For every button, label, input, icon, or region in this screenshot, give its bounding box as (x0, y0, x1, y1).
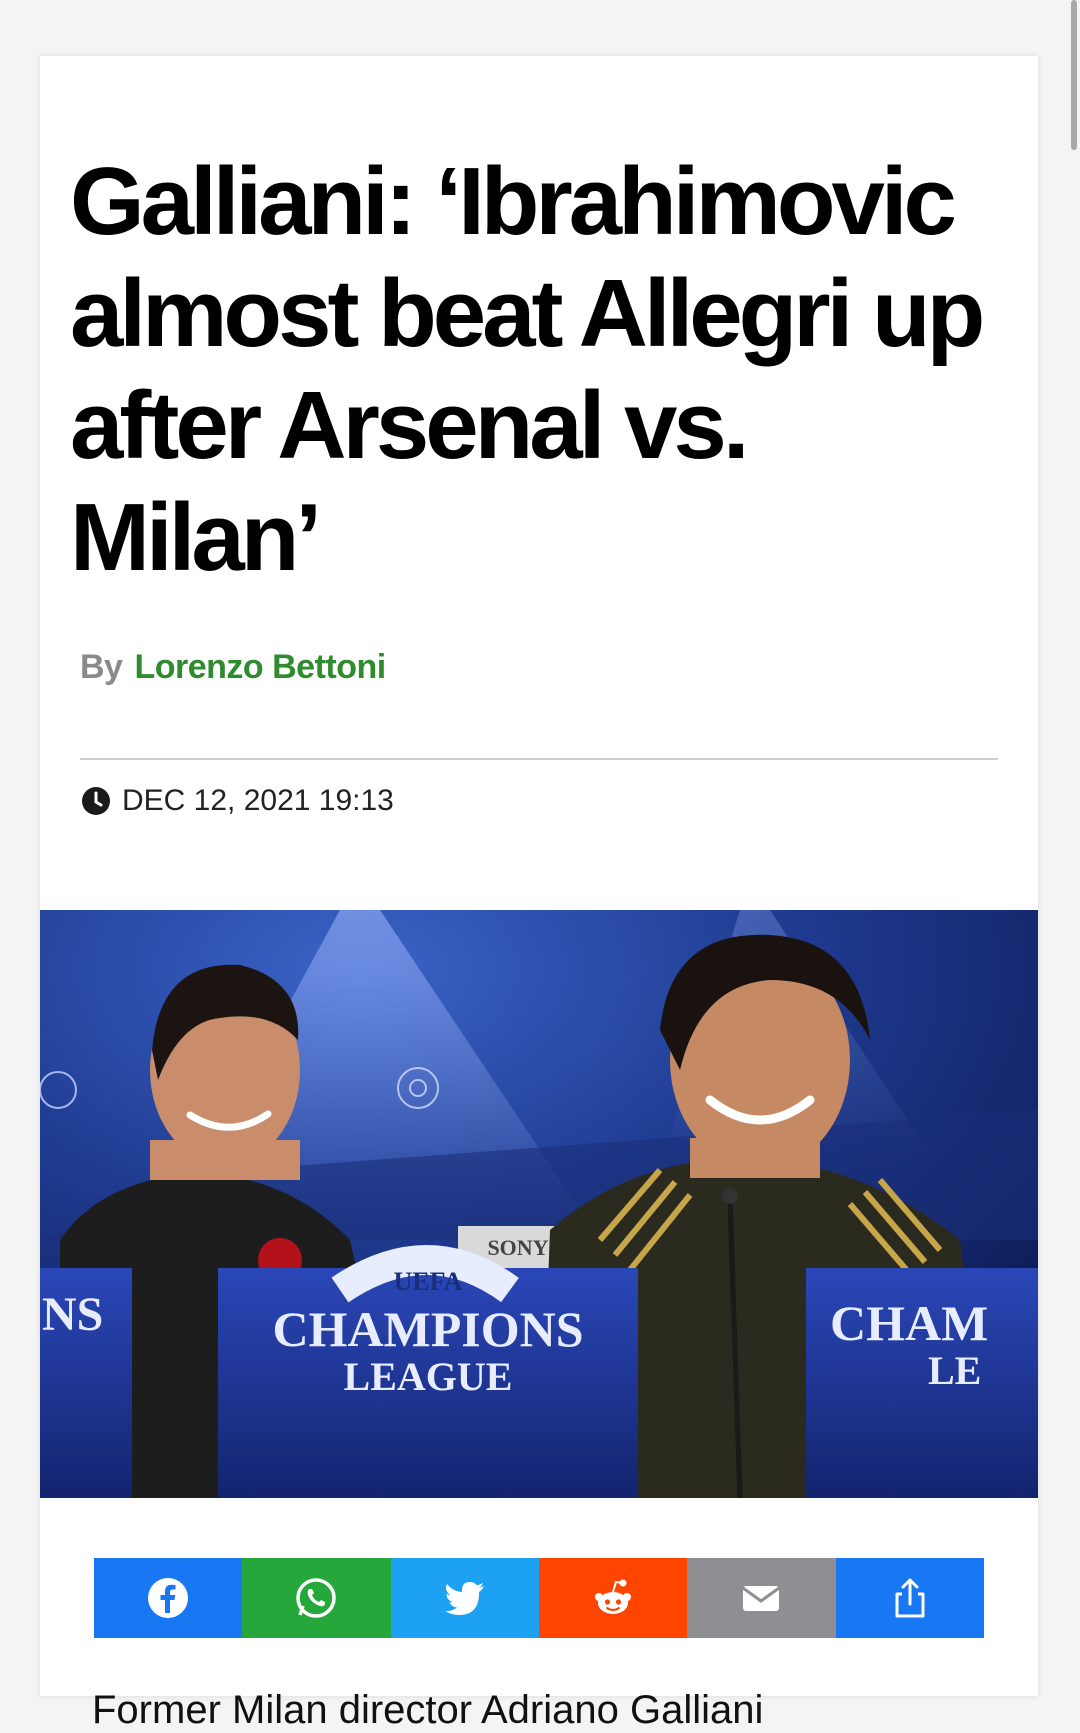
svg-text:LEAGUE: LEAGUE (344, 1354, 513, 1399)
article-card: Galliani: ‘Ibrahimovic almost beat Alleg… (40, 56, 1038, 1732)
share-email-button[interactable] (687, 1558, 836, 1638)
share-whatsapp-button[interactable] (242, 1558, 391, 1638)
publish-date-text: DEC 12, 2021 19:13 (122, 784, 394, 817)
svg-text:CHAM: CHAM (830, 1295, 988, 1351)
byline-divider (80, 758, 998, 760)
publish-date: DEC 12, 2021 19:13 (80, 784, 394, 818)
scrollbar-thumb[interactable] (1071, 0, 1077, 150)
byline-prefix: By (80, 648, 123, 686)
share-icon (895, 1578, 925, 1618)
clock-icon (82, 787, 110, 815)
share-more-button[interactable] (835, 1558, 984, 1638)
svg-text:SONY: SONY (487, 1235, 548, 1260)
share-facebook-button[interactable] (94, 1558, 243, 1638)
share-bar (94, 1558, 984, 1638)
article-headline: Galliani: ‘Ibrahimovic almost beat Alleg… (70, 148, 985, 591)
email-icon (742, 1586, 781, 1611)
desk-center: UEFA CHAMPIONS LEAGUE (218, 1245, 638, 1498)
article-photo[interactable]: SONY NS UEFA CHAMPIONS LEAGUE CHAM LE (40, 910, 1038, 1498)
svg-text:CHAMPIONS: CHAMPIONS (272, 1301, 583, 1357)
author-link[interactable]: Lorenzo Bettoni (134, 648, 386, 686)
desk-left: NS (40, 1268, 132, 1498)
share-twitter-button[interactable] (390, 1558, 539, 1638)
facebook-icon (148, 1578, 189, 1618)
article-body-first-line: Former Milan director Adriano Galliani (92, 1688, 764, 1732)
svg-text:LE: LE (928, 1348, 981, 1393)
scrollbar[interactable] (1066, 0, 1080, 1666)
byline: By Lorenzo Bettoni (80, 648, 386, 687)
desk-right: CHAM LE (806, 1268, 1038, 1498)
whatsapp-icon (296, 1578, 337, 1618)
svg-text:UEFA: UEFA (394, 1267, 463, 1296)
reddit-icon (595, 1579, 632, 1614)
twitter-icon (444, 1582, 484, 1615)
svg-text:NS: NS (42, 1288, 103, 1341)
share-reddit-button[interactable] (538, 1558, 688, 1638)
